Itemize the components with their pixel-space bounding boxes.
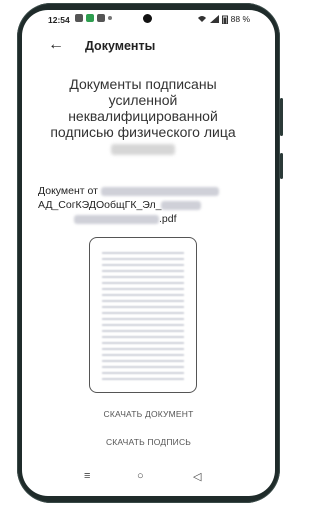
system-nav-bar: ≡ ○ ◁ bbox=[0, 468, 297, 490]
home-icon[interactable]: ○ bbox=[137, 470, 144, 482]
redacted-date bbox=[111, 143, 175, 155]
signal-icon bbox=[209, 15, 219, 23]
back-icon[interactable]: ◁ bbox=[193, 470, 201, 483]
download-signature-button[interactable]: СКАЧАТЬ ПОДПИСЬ bbox=[0, 437, 297, 447]
camera-icon bbox=[143, 14, 152, 23]
document-page-thumbnail bbox=[102, 248, 184, 382]
app-bar: ← Документы bbox=[22, 32, 275, 62]
document-prefix: Документ от bbox=[38, 185, 98, 197]
status-icons-right: 88 % bbox=[197, 14, 250, 24]
download-document-button[interactable]: СКАЧАТЬ ДОКУМЕНТ bbox=[0, 409, 297, 419]
battery-percent: 88 % bbox=[230, 14, 250, 24]
signed-heading-text: Документы подписаны усиленной неквалифиц… bbox=[50, 76, 236, 140]
dot-icon bbox=[108, 16, 112, 20]
app-icon bbox=[97, 14, 105, 22]
page-title: Документы bbox=[85, 39, 156, 53]
status-icons-left bbox=[75, 14, 112, 22]
document-file-name: АД_СогКЭДОобщГК_Эл_ bbox=[38, 199, 162, 211]
notification-icon bbox=[75, 14, 83, 22]
redacted-text bbox=[74, 214, 159, 224]
back-arrow-icon[interactable]: ← bbox=[48, 37, 64, 53]
document-preview[interactable] bbox=[89, 237, 197, 393]
redacted-text bbox=[161, 200, 202, 210]
wifi-icon bbox=[197, 16, 206, 22]
battery-icon bbox=[221, 15, 228, 24]
redacted-text bbox=[100, 186, 219, 196]
status-time: 12:54 bbox=[48, 15, 70, 25]
volume-button bbox=[280, 98, 283, 136]
signed-heading: Документы подписаны усиленной неквалифиц… bbox=[38, 76, 248, 156]
power-button bbox=[280, 153, 283, 179]
document-extension: .pdf bbox=[159, 213, 177, 225]
status-bar: 12:54 88 % bbox=[22, 10, 275, 28]
document-name: Документ от АД_СогКЭДОобщГК_Эл_ .pdf bbox=[38, 184, 248, 226]
app-icon bbox=[86, 14, 94, 22]
menu-icon[interactable]: ≡ bbox=[84, 470, 90, 482]
